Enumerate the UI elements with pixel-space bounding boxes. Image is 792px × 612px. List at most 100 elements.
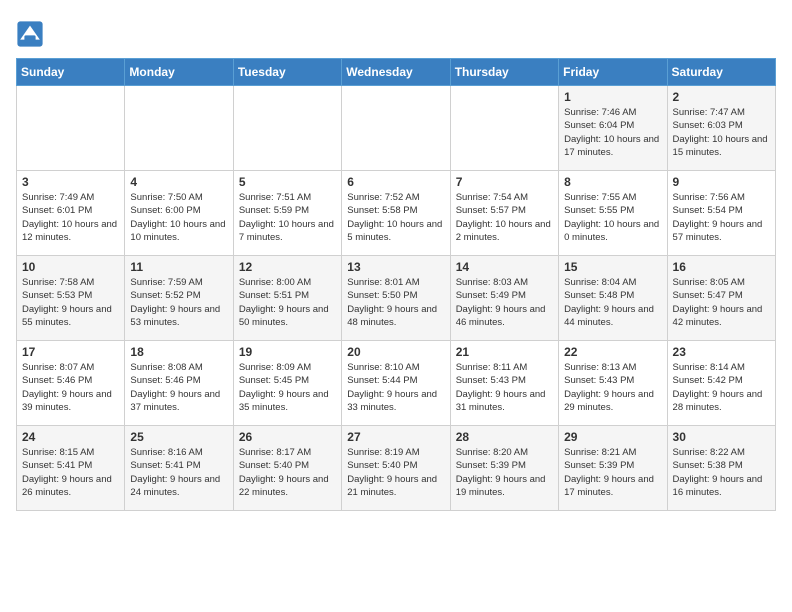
day-info: Sunrise: 7:46 AM Sunset: 6:04 PM Dayligh… xyxy=(564,106,661,159)
day-number: 14 xyxy=(456,260,553,274)
day-info: Sunrise: 8:11 AM Sunset: 5:43 PM Dayligh… xyxy=(456,361,553,414)
calendar-cell: 23 Sunrise: 8:14 AM Sunset: 5:42 PM Dayli… xyxy=(667,341,775,426)
calendar-cell: 13 Sunrise: 8:01 AM Sunset: 5:50 PM Dayli… xyxy=(342,256,450,341)
calendar-cell xyxy=(450,86,558,171)
calendar-cell: 4Sunrise: 7:50 AM Sunset: 6:00 PM Daylig… xyxy=(125,171,233,256)
calendar-cell: 14 Sunrise: 8:03 AM Sunset: 5:49 PM Dayli… xyxy=(450,256,558,341)
day-number: 28 xyxy=(456,430,553,444)
calendar-cell: 30Sunrise: 8:22 AM Sunset: 5:38 PM Dayli… xyxy=(667,426,775,511)
calendar-cell: 9Sunrise: 7:56 AM Sunset: 5:54 PM Daylig… xyxy=(667,171,775,256)
calendar-cell: 15 Sunrise: 8:04 AM Sunset: 5:48 PM Dayli… xyxy=(559,256,667,341)
day-info: Sunrise: 8:05 AM Sunset: 5:47 PM Dayligh… xyxy=(673,276,770,329)
day-info: Sunrise: 7:58 AM Sunset: 5:53 PM Dayligh… xyxy=(22,276,119,329)
day-info: Sunrise: 8:00 AM Sunset: 5:51 PM Dayligh… xyxy=(239,276,336,329)
calendar-cell: 5 Sunrise: 7:51 AM Sunset: 5:59 PM Daylig… xyxy=(233,171,341,256)
day-info: Sunrise: 8:22 AM Sunset: 5:38 PM Dayligh… xyxy=(673,446,770,499)
day-number: 2 xyxy=(673,90,770,104)
calendar-row-1: 3 Sunrise: 7:49 AM Sunset: 6:01 PM Daylig… xyxy=(17,171,776,256)
header-cell-tuesday: Tuesday xyxy=(233,59,341,86)
calendar-cell: 28 Sunrise: 8:20 AM Sunset: 5:39 PM Dayli… xyxy=(450,426,558,511)
calendar-cell: 18 Sunrise: 8:08 AM Sunset: 5:46 PM Dayli… xyxy=(125,341,233,426)
calendar-cell: 25Sunrise: 8:16 AM Sunset: 5:41 PM Dayli… xyxy=(125,426,233,511)
calendar-cell: 19 Sunrise: 8:09 AM Sunset: 5:45 PM Dayli… xyxy=(233,341,341,426)
day-info: Sunrise: 8:15 AM Sunset: 5:41 PM Dayligh… xyxy=(22,446,119,499)
day-info: Sunrise: 7:59 AM Sunset: 5:52 PM Dayligh… xyxy=(130,276,227,329)
day-info: Sunrise: 8:13 AM Sunset: 5:43 PM Dayligh… xyxy=(564,361,661,414)
day-number: 27 xyxy=(347,430,444,444)
calendar-cell: 2 Sunrise: 7:47 AM Sunset: 6:03 PM Daylig… xyxy=(667,86,775,171)
header-cell-saturday: Saturday xyxy=(667,59,775,86)
day-info: Sunrise: 8:19 AM Sunset: 5:40 PM Dayligh… xyxy=(347,446,444,499)
day-number: 12 xyxy=(239,260,336,274)
calendar-cell: 11 Sunrise: 7:59 AM Sunset: 5:52 PM Dayli… xyxy=(125,256,233,341)
calendar-cell: 20 Sunrise: 8:10 AM Sunset: 5:44 PM Dayli… xyxy=(342,341,450,426)
calendar-cell: 10 Sunrise: 7:58 AM Sunset: 5:53 PM Dayli… xyxy=(17,256,125,341)
calendar-cell: 3 Sunrise: 7:49 AM Sunset: 6:01 PM Daylig… xyxy=(17,171,125,256)
day-info: Sunrise: 7:55 AM Sunset: 5:55 PM Dayligh… xyxy=(564,191,661,244)
day-info: Sunrise: 7:50 AM Sunset: 6:00 PM Dayligh… xyxy=(130,191,227,244)
day-number: 16 xyxy=(673,260,770,274)
day-info: Sunrise: 8:09 AM Sunset: 5:45 PM Dayligh… xyxy=(239,361,336,414)
day-info: Sunrise: 7:54 AM Sunset: 5:57 PM Dayligh… xyxy=(456,191,553,244)
day-number: 22 xyxy=(564,345,661,359)
calendar-row-4: 24 Sunrise: 8:15 AM Sunset: 5:41 PM Dayli… xyxy=(17,426,776,511)
calendar-row-2: 10 Sunrise: 7:58 AM Sunset: 5:53 PM Dayli… xyxy=(17,256,776,341)
day-info: Sunrise: 8:14 AM Sunset: 5:42 PM Dayligh… xyxy=(673,361,770,414)
day-info: Sunrise: 8:20 AM Sunset: 5:39 PM Dayligh… xyxy=(456,446,553,499)
header-row: SundayMondayTuesdayWednesdayThursdayFrid… xyxy=(17,59,776,86)
calendar-cell: 22 Sunrise: 8:13 AM Sunset: 5:43 PM Dayli… xyxy=(559,341,667,426)
day-number: 20 xyxy=(347,345,444,359)
day-number: 18 xyxy=(130,345,227,359)
logo xyxy=(16,20,48,48)
day-number: 24 xyxy=(22,430,119,444)
day-info: Sunrise: 8:01 AM Sunset: 5:50 PM Dayligh… xyxy=(347,276,444,329)
calendar-row-0: 1 Sunrise: 7:46 AM Sunset: 6:04 PM Daylig… xyxy=(17,86,776,171)
calendar-cell xyxy=(17,86,125,171)
header-cell-wednesday: Wednesday xyxy=(342,59,450,86)
page-header xyxy=(16,16,776,48)
calendar-cell: 29Sunrise: 8:21 AM Sunset: 5:39 PM Dayli… xyxy=(559,426,667,511)
calendar-cell: 12 Sunrise: 8:00 AM Sunset: 5:51 PM Dayli… xyxy=(233,256,341,341)
day-info: Sunrise: 8:10 AM Sunset: 5:44 PM Dayligh… xyxy=(347,361,444,414)
day-info: Sunrise: 8:08 AM Sunset: 5:46 PM Dayligh… xyxy=(130,361,227,414)
calendar-cell: 7 Sunrise: 7:54 AM Sunset: 5:57 PM Daylig… xyxy=(450,171,558,256)
day-number: 17 xyxy=(22,345,119,359)
calendar-header: SundayMondayTuesdayWednesdayThursdayFrid… xyxy=(17,59,776,86)
day-info: Sunrise: 8:04 AM Sunset: 5:48 PM Dayligh… xyxy=(564,276,661,329)
day-info: Sunrise: 7:51 AM Sunset: 5:59 PM Dayligh… xyxy=(239,191,336,244)
day-info: Sunrise: 7:52 AM Sunset: 5:58 PM Dayligh… xyxy=(347,191,444,244)
day-info: Sunrise: 8:03 AM Sunset: 5:49 PM Dayligh… xyxy=(456,276,553,329)
header-cell-monday: Monday xyxy=(125,59,233,86)
header-cell-thursday: Thursday xyxy=(450,59,558,86)
calendar-cell: 8Sunrise: 7:55 AM Sunset: 5:55 PM Daylig… xyxy=(559,171,667,256)
day-number: 6 xyxy=(347,175,444,189)
day-number: 13 xyxy=(347,260,444,274)
day-number: 3 xyxy=(22,175,119,189)
day-number: 26 xyxy=(239,430,336,444)
day-number: 23 xyxy=(673,345,770,359)
calendar-table: SundayMondayTuesdayWednesdayThursdayFrid… xyxy=(16,58,776,511)
calendar-cell: 26Sunrise: 8:17 AM Sunset: 5:40 PM Dayli… xyxy=(233,426,341,511)
day-info: Sunrise: 7:49 AM Sunset: 6:01 PM Dayligh… xyxy=(22,191,119,244)
calendar-cell: 24 Sunrise: 8:15 AM Sunset: 5:41 PM Dayli… xyxy=(17,426,125,511)
day-number: 21 xyxy=(456,345,553,359)
calendar-cell: 21 Sunrise: 8:11 AM Sunset: 5:43 PM Dayli… xyxy=(450,341,558,426)
day-number: 10 xyxy=(22,260,119,274)
day-number: 19 xyxy=(239,345,336,359)
day-number: 7 xyxy=(456,175,553,189)
day-number: 15 xyxy=(564,260,661,274)
calendar-cell xyxy=(342,86,450,171)
day-info: Sunrise: 7:56 AM Sunset: 5:54 PM Dayligh… xyxy=(673,191,770,244)
calendar-cell xyxy=(125,86,233,171)
day-number: 25 xyxy=(130,430,227,444)
day-number: 5 xyxy=(239,175,336,189)
day-number: 1 xyxy=(564,90,661,104)
day-number: 11 xyxy=(130,260,227,274)
day-number: 29 xyxy=(564,430,661,444)
day-info: Sunrise: 7:47 AM Sunset: 6:03 PM Dayligh… xyxy=(673,106,770,159)
calendar-cell: 16 Sunrise: 8:05 AM Sunset: 5:47 PM Dayli… xyxy=(667,256,775,341)
calendar-cell: 27 Sunrise: 8:19 AM Sunset: 5:40 PM Dayli… xyxy=(342,426,450,511)
header-cell-sunday: Sunday xyxy=(17,59,125,86)
logo-icon xyxy=(16,20,44,48)
calendar-cell: 17Sunrise: 8:07 AM Sunset: 5:46 PM Dayli… xyxy=(17,341,125,426)
